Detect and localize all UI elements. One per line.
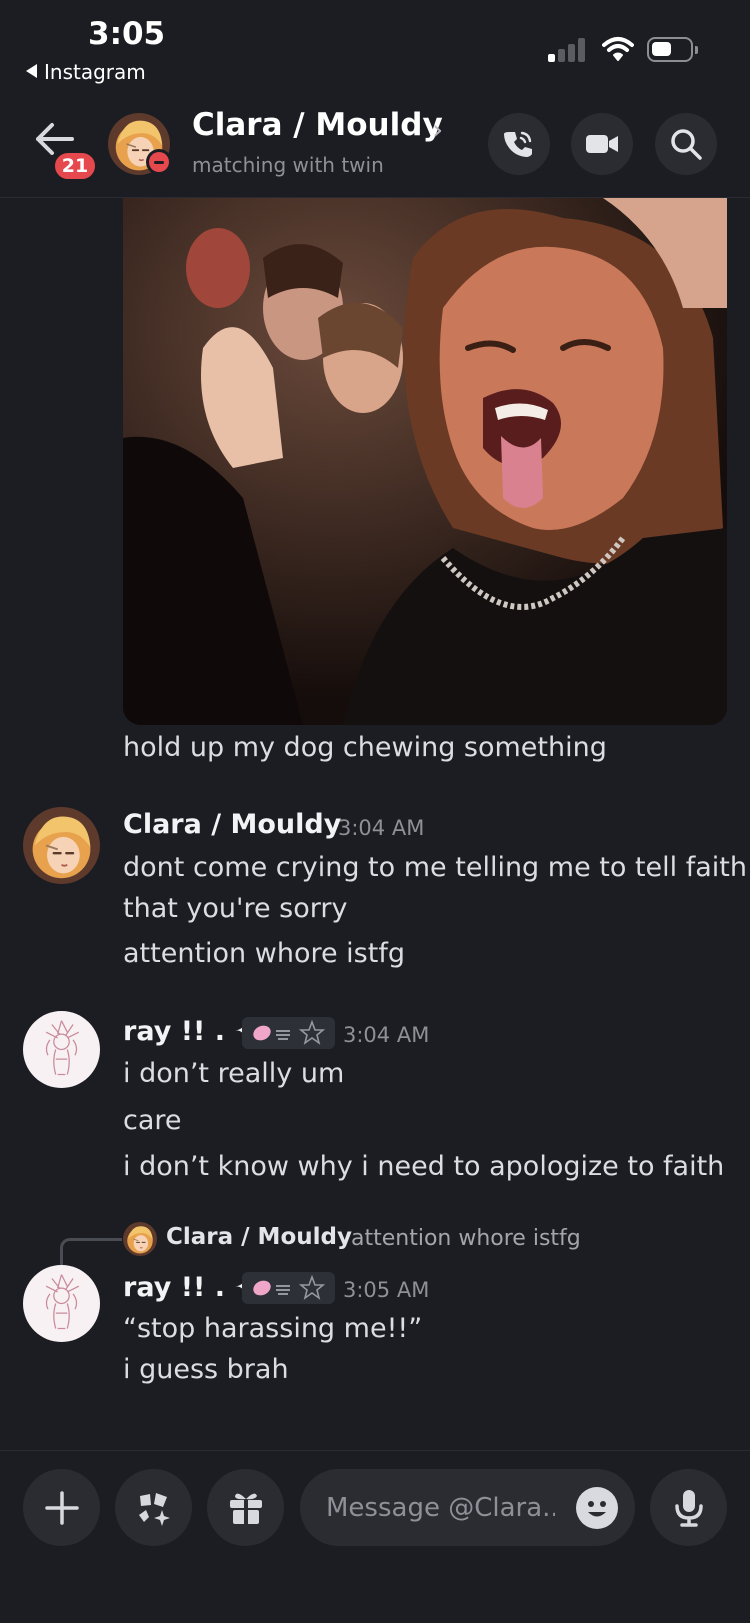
back-triangle-icon — [26, 64, 37, 78]
apps-button[interactable] — [115, 1469, 192, 1546]
custom-status: matching with twin — [192, 153, 384, 177]
reply-avatar — [123, 1222, 157, 1256]
video-call-button[interactable] — [571, 113, 633, 175]
message-timestamp: 3:05 AM — [343, 1278, 430, 1302]
message-author[interactable]: ray !! . ✦ — [123, 1272, 257, 1303]
avatar[interactable] — [23, 1011, 100, 1088]
video-call-icon — [586, 135, 618, 153]
message-text: that you're sorry — [123, 893, 348, 924]
avatar[interactable] — [23, 1265, 100, 1342]
microphone-icon — [674, 1489, 703, 1527]
battery-icon — [647, 37, 698, 62]
search-icon — [671, 129, 702, 160]
reply-author[interactable]: Clara / Mouldy — [166, 1224, 352, 1250]
wifi-icon — [602, 37, 634, 61]
reply-connector — [60, 1238, 122, 1266]
message-text: i guess brah — [123, 1354, 289, 1385]
server-tag[interactable] — [242, 1017, 335, 1049]
channel-title[interactable]: Clara / Mouldy — [192, 107, 443, 143]
message-composer — [0, 1450, 750, 1623]
message-text: attention whore istfg — [123, 938, 405, 969]
voice-message-button[interactable] — [650, 1469, 727, 1546]
gift-button[interactable] — [207, 1469, 284, 1546]
message-text: i don’t really um — [123, 1058, 345, 1089]
plus-icon — [44, 1490, 79, 1525]
message-timestamp: 3:04 AM — [343, 1023, 430, 1047]
emoji-icon[interactable] — [576, 1487, 618, 1529]
apps-icon — [138, 1492, 170, 1526]
server-tag[interactable] — [242, 1272, 335, 1304]
reply-preview[interactable]: attention whore istfg — [351, 1226, 581, 1251]
gift-icon — [229, 1493, 262, 1524]
status-bar: 3:05 Instagram — [0, 0, 750, 95]
status-time: 3:05 — [88, 16, 166, 52]
add-attachment-button[interactable] — [23, 1469, 100, 1546]
message-text: care — [123, 1105, 182, 1136]
message-text: i don’t know why i need to apologize to … — [123, 1151, 725, 1182]
voice-call-button[interactable] — [488, 113, 550, 175]
back-to-instagram-link[interactable]: Instagram — [26, 60, 146, 84]
channel-header: 21 Clara / Mouldy › matching with twin — [0, 95, 750, 198]
message-text: “stop harassing me!!” — [123, 1313, 423, 1344]
message-author[interactable]: ray !! . ✦ — [123, 1016, 257, 1047]
unread-badge: 21 — [52, 150, 98, 182]
search-button[interactable] — [655, 113, 717, 175]
back-app-label: Instagram — [44, 60, 146, 84]
gif-caption-message: hold up my dog chewing something — [123, 732, 607, 763]
chevron-right-icon[interactable]: › — [432, 113, 443, 146]
gif-attachment[interactable] — [123, 198, 727, 725]
signal-icon — [548, 38, 586, 62]
avatar[interactable] — [23, 807, 100, 884]
message-author[interactable]: Clara / Mouldy — [123, 809, 341, 840]
message-timestamp: 3:04 AM — [338, 816, 425, 840]
voice-call-icon — [504, 131, 532, 157]
message-text: dont come crying to me telling me to tel… — [123, 852, 747, 883]
dnd-status-icon — [146, 149, 172, 175]
